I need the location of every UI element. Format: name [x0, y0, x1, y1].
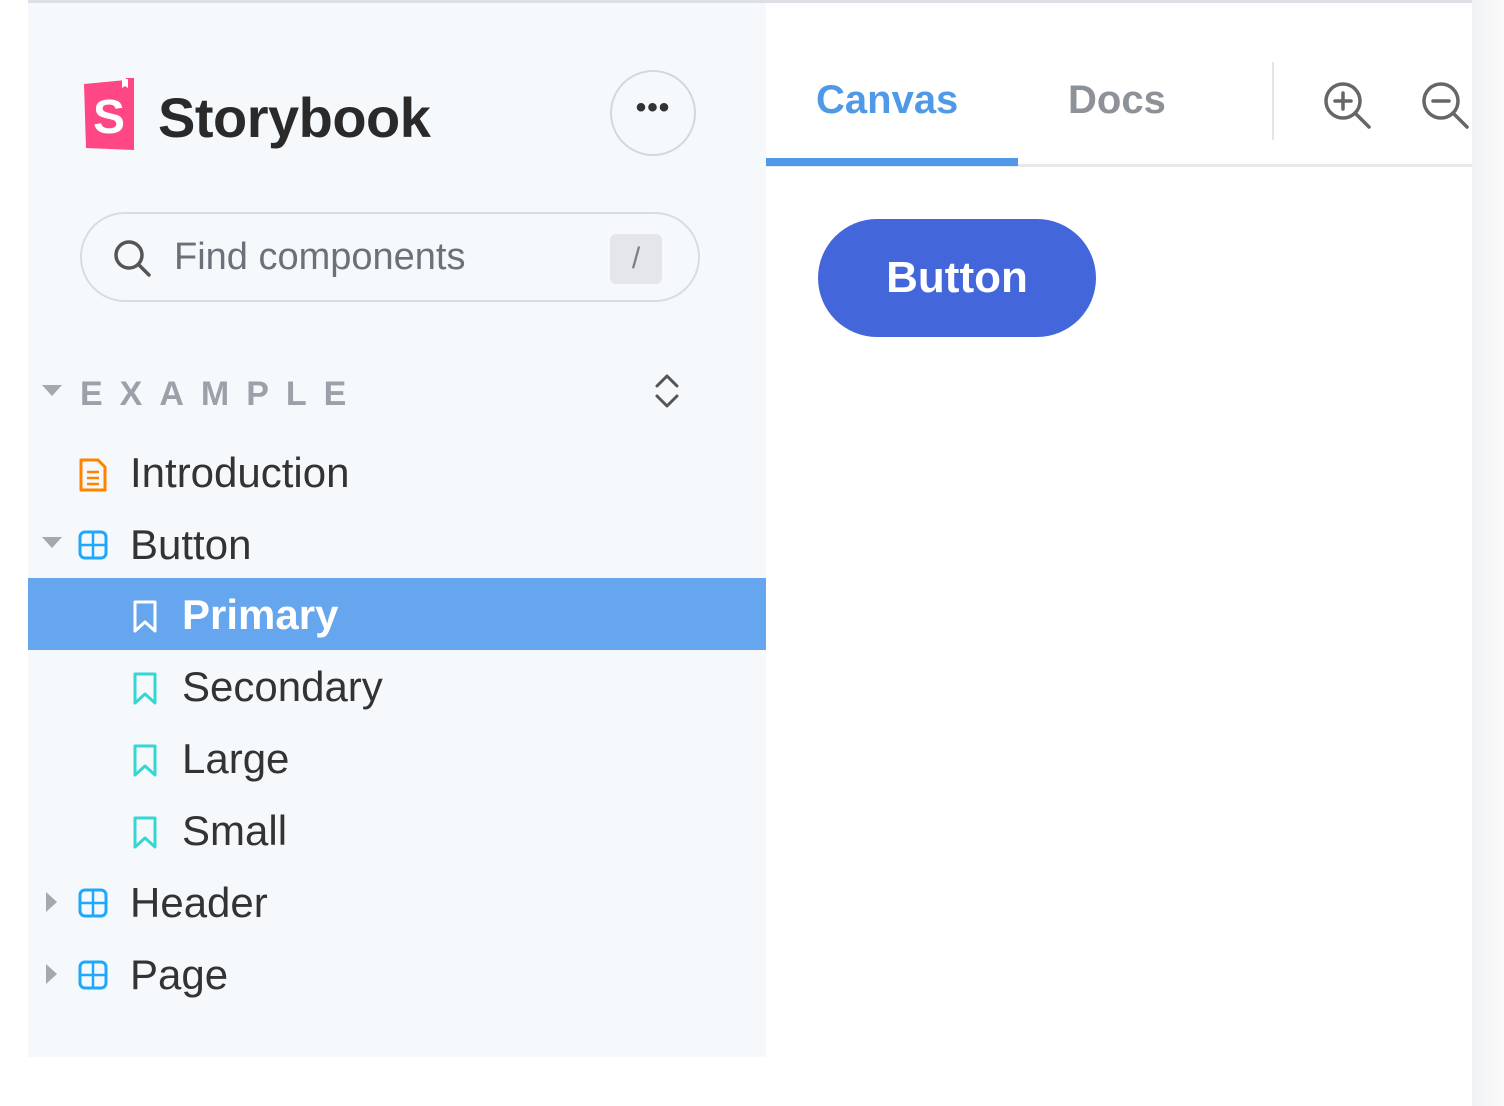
- section-header[interactable]: EXAMPLE: [28, 363, 766, 423]
- tree-item-large[interactable]: Large: [28, 722, 766, 794]
- preview-toolbar: Canvas Docs: [766, 36, 1472, 167]
- tree-item-label: Introduction: [130, 449, 350, 496]
- logo-letter: S: [93, 91, 125, 144]
- component-icon: [78, 960, 108, 990]
- section-label: EXAMPLE: [80, 375, 364, 413]
- toolbar-divider: [1272, 62, 1274, 140]
- zoom-out-icon[interactable]: [1420, 80, 1470, 130]
- search-input[interactable]: [174, 232, 594, 282]
- component-icon: [78, 530, 108, 560]
- caret-down-icon: [42, 537, 62, 548]
- tree-item-label: Primary: [182, 591, 339, 638]
- tab-canvas[interactable]: Canvas: [816, 78, 958, 123]
- bookmark-icon: [133, 744, 157, 777]
- search-shortcut-key: /: [610, 234, 662, 284]
- tree-item-label: Small: [182, 807, 288, 854]
- tree-item-introduction[interactable]: Introduction: [28, 436, 766, 508]
- preview-panel: Canvas Docs Button: [766, 36, 1472, 1106]
- zoom-in-icon[interactable]: [1322, 80, 1372, 130]
- expand-collapse-icon[interactable]: [652, 371, 682, 411]
- tree-item-label: Page: [130, 951, 229, 998]
- caret-right-icon: [46, 964, 57, 984]
- tree-item-label: Header: [130, 879, 268, 926]
- caret-right-icon: [46, 892, 57, 912]
- active-tab-indicator: [766, 158, 1018, 166]
- component-icon: [78, 888, 108, 918]
- tree-item-primary[interactable]: Primary: [28, 578, 766, 650]
- sidebar: S Storybook ••• / EXAMPLE Introduction: [28, 3, 766, 1057]
- search-icon: [114, 240, 151, 277]
- story-primary-button[interactable]: Button: [818, 219, 1096, 337]
- ellipsis-icon: •••: [635, 91, 671, 124]
- brand-name: Storybook: [158, 86, 431, 149]
- caret-down-icon: [42, 385, 62, 396]
- tree-item-secondary[interactable]: Secondary: [28, 650, 766, 722]
- bookmark-icon: [133, 816, 157, 849]
- tree-item-button[interactable]: Button: [28, 508, 766, 580]
- tree-item-label: Large: [182, 735, 290, 782]
- tree-item-small[interactable]: Small: [28, 794, 766, 866]
- window-edge-shadow: [1472, 0, 1504, 1106]
- document-icon: [79, 458, 107, 492]
- tree-item-page[interactable]: Page: [28, 938, 766, 1010]
- bookmark-icon: [133, 600, 157, 633]
- tab-docs[interactable]: Docs: [1068, 78, 1166, 123]
- menu-button[interactable]: •••: [610, 70, 696, 156]
- search-box: /: [80, 212, 700, 302]
- storybook-logo[interactable]: S: [80, 78, 138, 152]
- bookmark-icon: [133, 672, 157, 705]
- tree-item-label: Button: [130, 521, 252, 568]
- tree-item-header[interactable]: Header: [28, 866, 766, 938]
- tree-item-label: Secondary: [182, 663, 383, 710]
